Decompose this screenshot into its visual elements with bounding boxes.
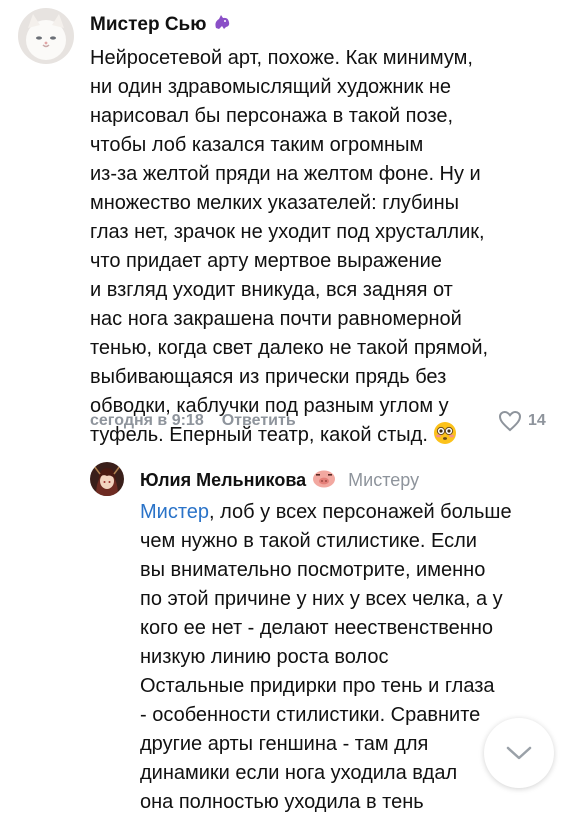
pig-face-emoji — [312, 468, 336, 493]
comment-1-header: Мистер Сью — [90, 12, 232, 38]
comment-1-text: Нейросетевой арт, похоже. Как минимум, н… — [90, 44, 552, 454]
author-name[interactable]: Мистер Сью — [90, 14, 206, 36]
comment-2-text-content: , лоб у всех персонажей больше чем нужно… — [140, 501, 512, 813]
author-name[interactable]: Юлия Мельникова — [140, 470, 306, 491]
chevron-down-icon — [506, 746, 532, 760]
avatar-cat[interactable] — [18, 8, 74, 64]
likes-count: 14 — [528, 412, 546, 429]
mention-link[interactable]: Мистер — [140, 501, 209, 523]
heart-outline-icon — [498, 410, 522, 432]
likes-button[interactable]: 14 — [498, 410, 546, 432]
comment-1-meta: сегодня в 9:18 Ответить — [90, 412, 296, 430]
purple-dragon-emoji — [212, 12, 232, 38]
avatar-anime[interactable] — [90, 462, 124, 496]
reply-to-label[interactable]: Мистеру — [348, 470, 419, 491]
comment-1-text-content: Нейросетевой арт, похоже. Как минимум, н… — [90, 47, 489, 446]
scroll-down-button[interactable] — [484, 718, 554, 788]
flushed-face-emoji — [433, 421, 457, 454]
avatar-anime-image — [90, 462, 124, 496]
avatar-cat-image — [18, 8, 74, 64]
comment-2-header: Юлия Мельникова Мистеру — [140, 468, 419, 493]
reply-button[interactable]: Ответить — [222, 412, 296, 430]
timestamp: сегодня в 9:18 — [90, 412, 204, 429]
